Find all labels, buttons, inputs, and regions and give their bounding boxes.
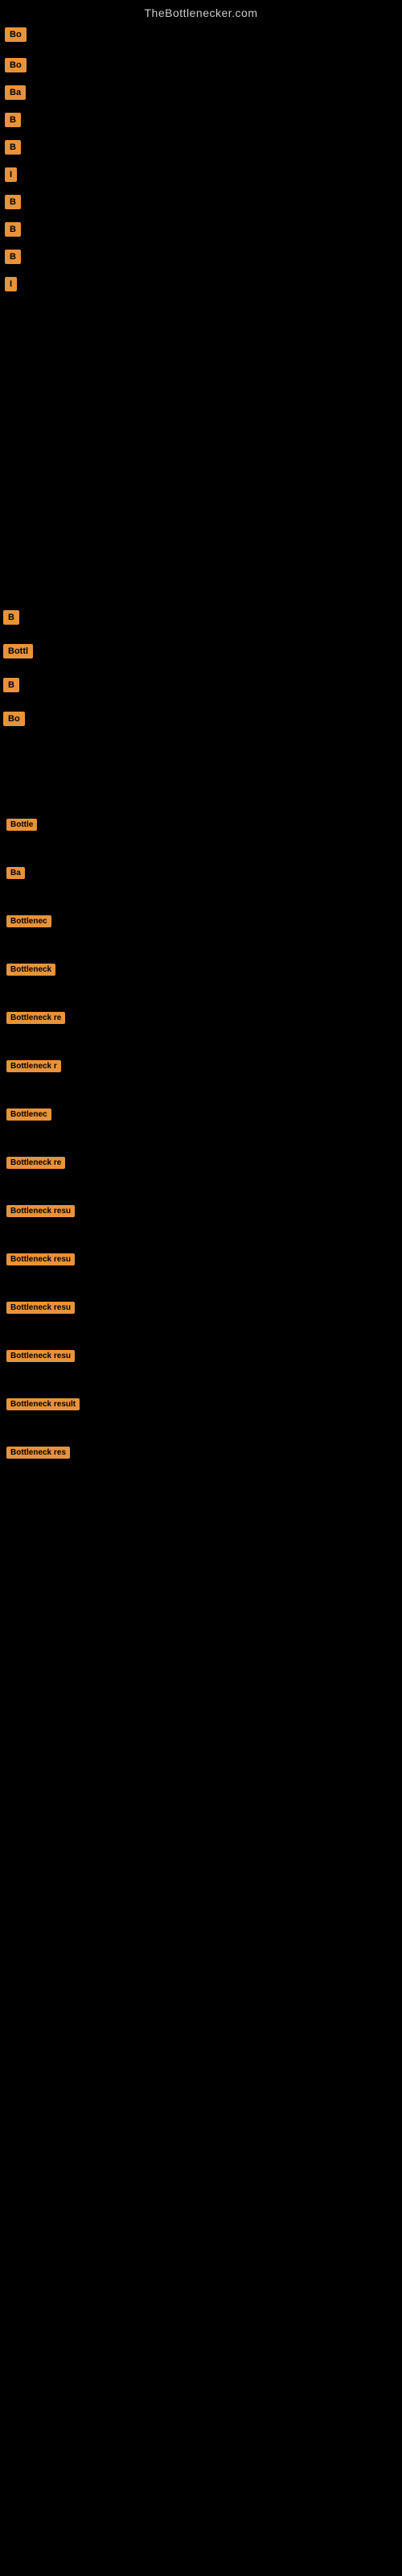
- result-row-3: Bottlenec: [3, 911, 55, 935]
- result-label-12[interactable]: Bottleneck resu: [6, 1350, 75, 1362]
- result-label-8[interactable]: Bottleneck re: [6, 1157, 65, 1169]
- result-label-9[interactable]: Bottleneck resu: [6, 1205, 75, 1217]
- nav-item-4[interactable]: B: [5, 113, 21, 127]
- bottom-spacer: [0, 1483, 402, 1644]
- result-row-9: Bottleneck resu: [3, 1201, 78, 1225]
- result-row-14: Bottleneck res: [3, 1443, 73, 1467]
- result-row-13: Bottleneck result: [3, 1394, 83, 1418]
- nav-item-8[interactable]: B: [5, 222, 21, 237]
- nav-item-10[interactable]: I: [5, 277, 17, 291]
- middle-section: B Bottl B Bo: [0, 602, 402, 734]
- nav-item-3[interactable]: Ba: [5, 85, 26, 100]
- site-title: TheBottlenecker.com: [0, 0, 402, 23]
- result-label-10[interactable]: Bottleneck resu: [6, 1253, 75, 1265]
- nav-item-7[interactable]: B: [5, 195, 21, 209]
- top-nav-area: Bo Bo Ba B B I B B B I: [0, 23, 402, 296]
- nav-item-6[interactable]: I: [5, 167, 17, 182]
- result-label-14[interactable]: Bottleneck res: [6, 1447, 70, 1459]
- result-row-12: Bottleneck resu: [3, 1346, 78, 1370]
- result-label-6[interactable]: Bottleneck r: [6, 1060, 61, 1072]
- result-row-2: Ba: [3, 863, 28, 887]
- nav-item-9[interactable]: B: [5, 250, 21, 264]
- mid-label-4[interactable]: Bo: [3, 712, 25, 726]
- result-row-5: Bottleneck re: [3, 1008, 68, 1032]
- result-row-7: Bottlenec: [3, 1104, 55, 1129]
- result-label-4[interactable]: Bottleneck: [6, 964, 55, 976]
- result-row-1: Bottle: [3, 815, 40, 839]
- spacer-mid: [0, 734, 402, 799]
- main-content-area: [0, 296, 402, 602]
- nav-item-5[interactable]: B: [5, 140, 21, 155]
- result-row-11: Bottleneck resu: [3, 1298, 78, 1322]
- result-label-5[interactable]: Bottleneck re: [6, 1012, 65, 1024]
- result-row-8: Bottleneck re: [3, 1153, 68, 1177]
- result-label-11[interactable]: Bottleneck resu: [6, 1302, 75, 1314]
- result-label-1[interactable]: Bottle: [6, 819, 37, 831]
- result-row-4: Bottleneck: [3, 960, 59, 984]
- mid-label-2[interactable]: Bottl: [3, 644, 33, 658]
- result-label-2[interactable]: Ba: [6, 867, 25, 879]
- mid-label-1[interactable]: B: [3, 610, 19, 625]
- mid-label-3[interactable]: B: [3, 678, 19, 692]
- nav-item-1[interactable]: Bo: [5, 27, 27, 42]
- result-label-13[interactable]: Bottleneck result: [6, 1398, 80, 1410]
- result-row-10: Bottleneck resu: [3, 1249, 78, 1274]
- result-label-7[interactable]: Bottlenec: [6, 1108, 51, 1121]
- result-row-6: Bottleneck r: [3, 1056, 64, 1080]
- result-label-3[interactable]: Bottlenec: [6, 915, 51, 927]
- nav-item-2[interactable]: Bo: [5, 58, 27, 72]
- results-section: Bottle Ba Bottlenec Bottleneck Bottlenec…: [0, 799, 402, 1483]
